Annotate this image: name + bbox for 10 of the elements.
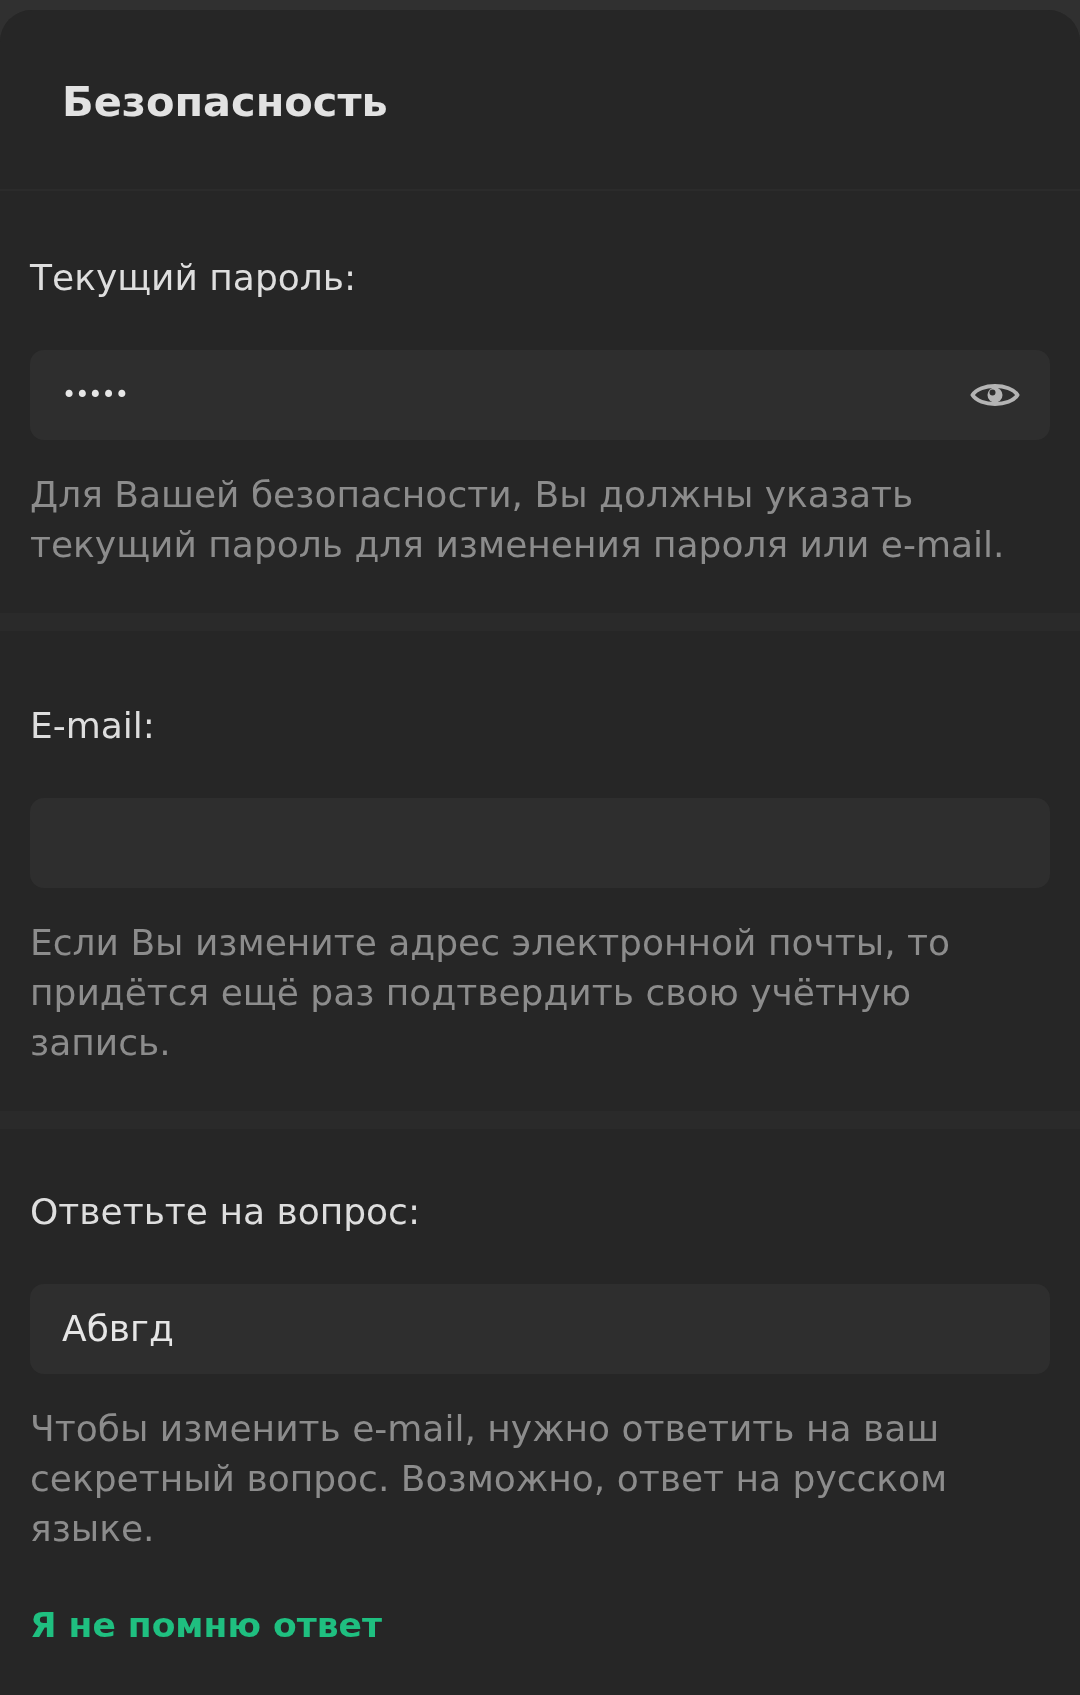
hint-text: Для Вашей безопасности, Вы должны указать текущий пароль для изменения пароля или e-mail. — [30, 473, 1006, 567]
hint-text: Если Вы измените адрес электронной почты, то придётся ещё раз подтвердить свою учётную запись. — [30, 921, 952, 1065]
text-field[interactable]: Абвгд — [30, 1284, 1050, 1374]
password-field[interactable]: ••••• — [30, 350, 1050, 440]
field-label: E-mail: — [30, 704, 155, 748]
forgot-answer-link[interactable]: Я не помню ответ — [30, 1600, 382, 1650]
page-title: Безопасность — [62, 77, 388, 127]
field-label: Текущий пароль: — [30, 256, 357, 300]
field-label: Ответьте на вопрос: — [30, 1190, 421, 1234]
hint-text: Чтобы изменить e-mail, нужно ответить на ваш секретный вопрос. Возможно, ответ на русском языке. — [30, 1407, 949, 1551]
